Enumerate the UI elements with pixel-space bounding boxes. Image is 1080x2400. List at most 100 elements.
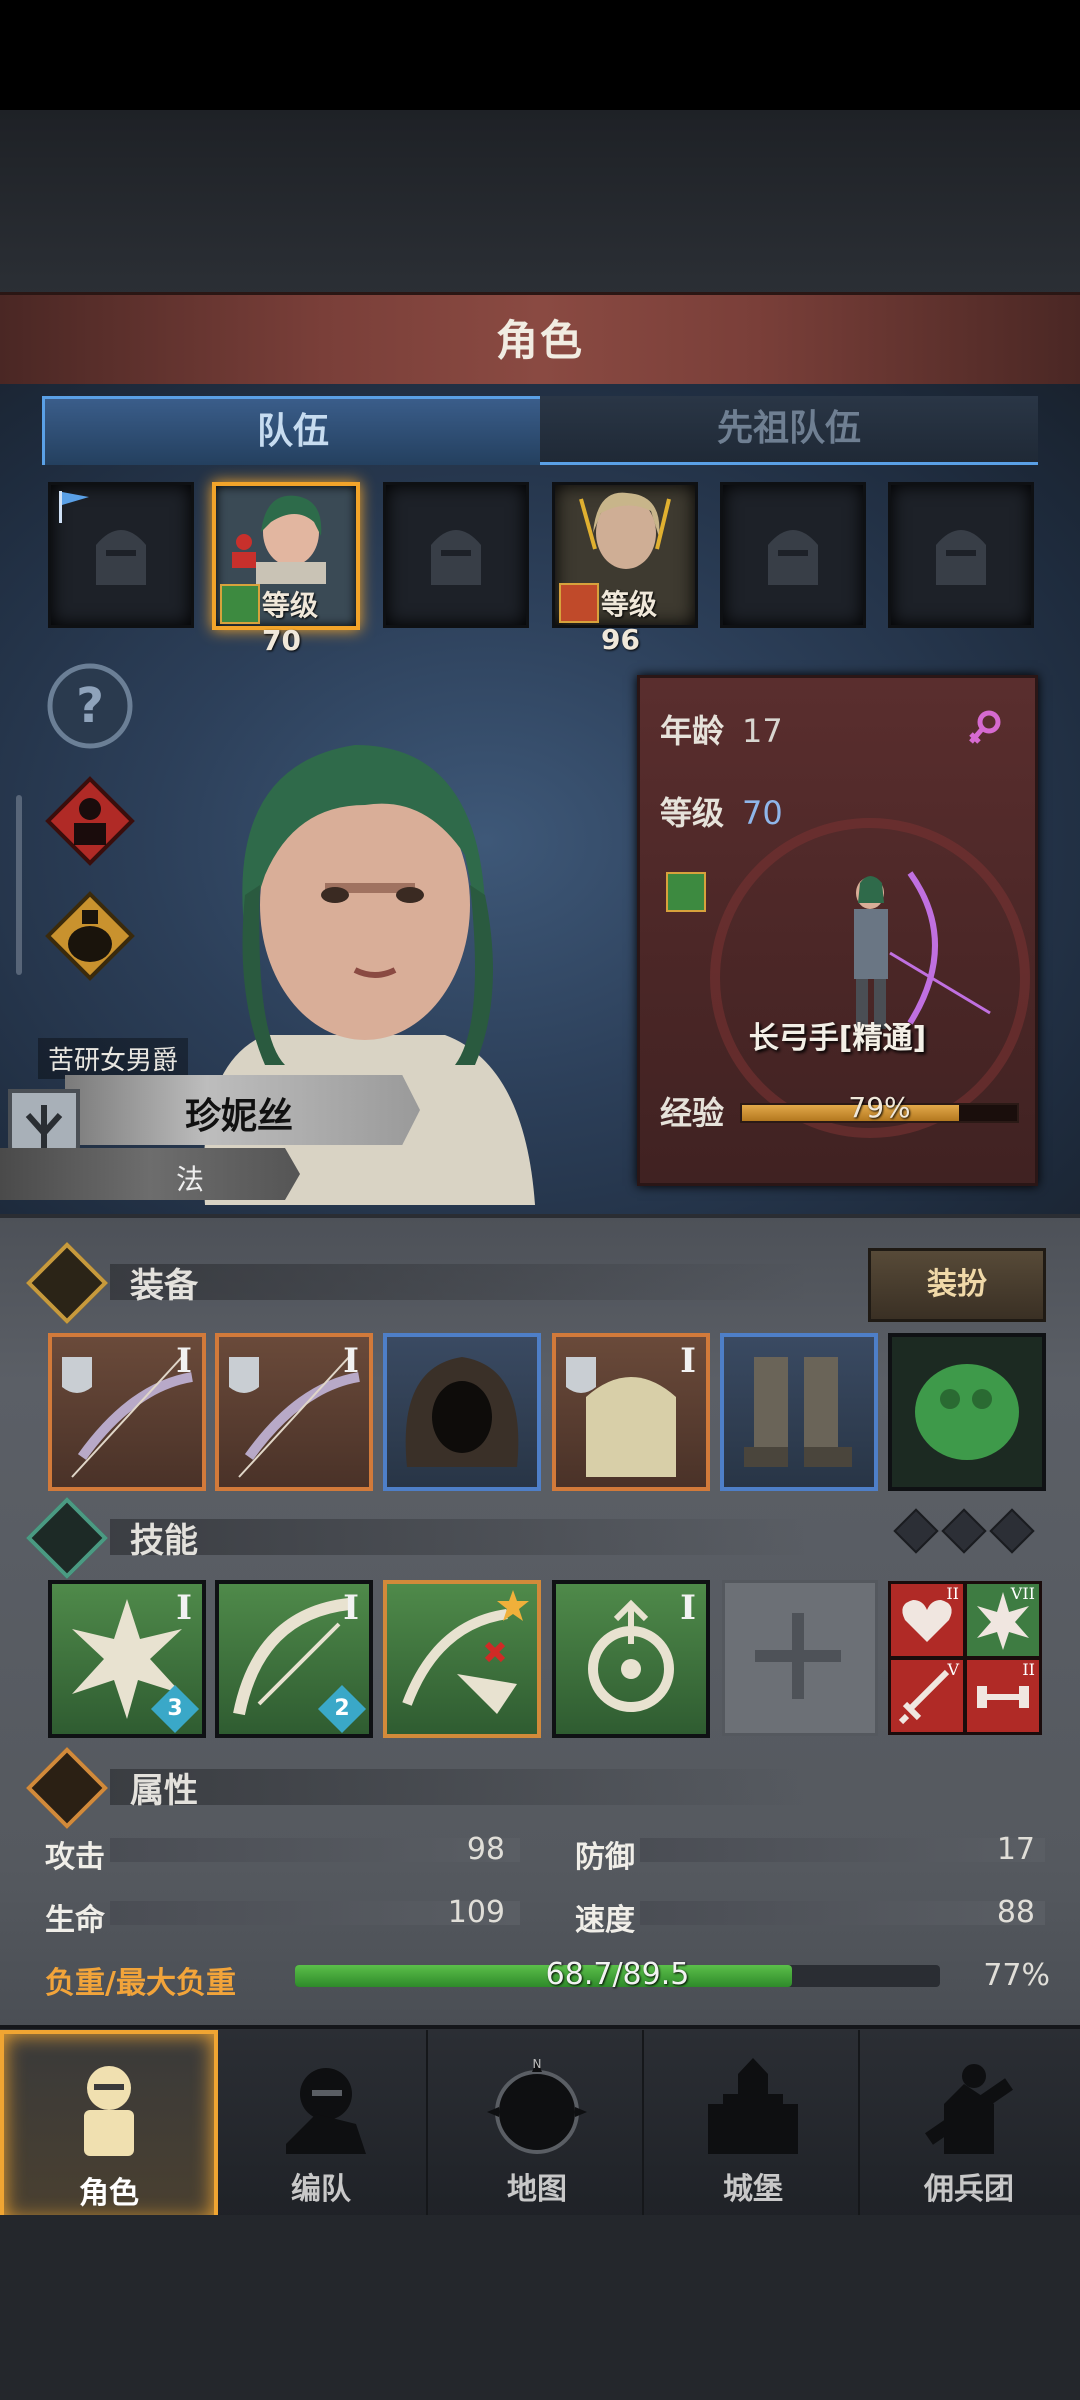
portrait-warrior-icon bbox=[579, 492, 671, 569]
system-bar bbox=[0, 2215, 1080, 2400]
help-icon: ? bbox=[47, 663, 133, 749]
equipment-slot-trinket[interactable] bbox=[888, 1333, 1046, 1491]
charge-badge: 2 bbox=[317, 1684, 367, 1734]
mercenary-icon bbox=[925, 2064, 1013, 2154]
helmet-placeholder-icon bbox=[768, 530, 818, 585]
equipment-slot-head[interactable] bbox=[383, 1333, 541, 1491]
party-slot-4[interactable]: 等级96 bbox=[552, 482, 698, 656]
load-label: 负重/最大负重 bbox=[45, 1966, 236, 2001]
dress-up-button[interactable]: 装扮 bbox=[868, 1248, 1046, 1322]
passive-strength[interactable]: II bbox=[964, 1657, 1042, 1735]
party-slot-6[interactable] bbox=[888, 482, 1034, 628]
hp-label: 生命 bbox=[45, 1903, 105, 1938]
potion-button[interactable] bbox=[44, 890, 136, 982]
class-plate: 法 bbox=[0, 1148, 300, 1200]
help-button[interactable]: ? bbox=[44, 660, 136, 752]
equipment-slot-weapon-1[interactable]: I bbox=[48, 1333, 206, 1491]
boots-icon bbox=[744, 1357, 852, 1467]
tier-label: I bbox=[680, 1341, 696, 1381]
tier-label: II bbox=[946, 1584, 959, 1603]
equipment-label: 装备 bbox=[130, 1266, 198, 1306]
skill-slot-5[interactable] bbox=[722, 1580, 878, 1736]
passive-burst[interactable]: VII bbox=[964, 1581, 1042, 1659]
class-bow-icon bbox=[666, 872, 706, 912]
nav-label: 佣兵团 bbox=[924, 2172, 1014, 2207]
charge-count: 3 bbox=[167, 1696, 183, 1721]
age-value: 17 bbox=[742, 712, 783, 750]
page-title: 角色 bbox=[495, 316, 584, 365]
nav-mercenaries[interactable]: 佣兵团 bbox=[864, 2030, 1074, 2216]
class-warrior-icon bbox=[559, 583, 599, 623]
skill-slot-1[interactable]: I 3 bbox=[48, 1580, 206, 1738]
party-slot-3[interactable] bbox=[383, 482, 529, 628]
top-background bbox=[0, 110, 1080, 295]
svg-text:?: ? bbox=[76, 678, 104, 734]
nav-label: 编队 bbox=[291, 2172, 351, 2207]
helmet-placeholder-icon bbox=[431, 530, 481, 585]
castle-icon bbox=[708, 2058, 798, 2154]
nav-castle[interactable]: 城堡 bbox=[648, 2030, 860, 2216]
tier-label: V bbox=[947, 1660, 959, 1679]
level-tag: 等级96 bbox=[559, 581, 691, 656]
skill-slot-4[interactable]: I bbox=[552, 1580, 710, 1738]
helmet-placeholder-icon bbox=[936, 530, 986, 585]
skills-label: 技能 bbox=[130, 1521, 198, 1561]
level-label: 等级 bbox=[660, 794, 725, 832]
tier-label: II bbox=[1022, 1660, 1035, 1679]
exp-percent: 79% bbox=[848, 1091, 911, 1124]
nav-map[interactable]: N 地图 bbox=[432, 2030, 644, 2216]
class-name: 长弓手[精通] bbox=[748, 1021, 927, 1056]
helmet-placeholder-icon bbox=[96, 530, 146, 585]
title-bar: 角色 bbox=[0, 292, 1080, 391]
level-tag: 等级70 bbox=[220, 582, 352, 657]
nav-label: 城堡 bbox=[723, 2172, 783, 2207]
attributes-header: 属性 bbox=[25, 1746, 1050, 1830]
passive-sword[interactable]: V bbox=[888, 1657, 966, 1735]
hp-value: 109 bbox=[447, 1895, 505, 1930]
tab-party[interactable]: 队伍 bbox=[42, 396, 544, 465]
equipment-slot-body[interactable]: I bbox=[552, 1333, 710, 1491]
nav-formation[interactable]: 编队 bbox=[216, 2030, 428, 2216]
character-title: 苦研女男爵 bbox=[38, 1038, 189, 1079]
exp-label: 经验 bbox=[660, 1094, 725, 1132]
skill-slot-3[interactable] bbox=[383, 1580, 541, 1738]
passive-heart[interactable]: II bbox=[888, 1581, 966, 1659]
skill-slot-2[interactable]: I 2 bbox=[215, 1580, 373, 1738]
character-name: 珍妮丝 bbox=[185, 1096, 294, 1137]
equipment-slot-feet[interactable] bbox=[720, 1333, 878, 1491]
hood-icon bbox=[405, 1357, 519, 1467]
tab-ancestor-party[interactable]: 先祖队伍 bbox=[540, 396, 1038, 465]
equipment-slot-weapon-2[interactable]: I bbox=[215, 1333, 373, 1491]
defense-label: 防御 bbox=[575, 1840, 635, 1875]
tier-label: I bbox=[176, 1588, 192, 1628]
potion-icon bbox=[45, 891, 135, 981]
level-label: 等级96 bbox=[601, 588, 658, 656]
party-slot-1[interactable] bbox=[48, 482, 194, 628]
tier-label: I bbox=[176, 1341, 192, 1381]
female-icon bbox=[969, 710, 1001, 744]
class-bow-icon bbox=[220, 584, 260, 624]
party-slot-2[interactable]: 等级70 bbox=[212, 482, 360, 657]
map-compass-icon: N bbox=[487, 2057, 587, 2154]
load-value: 68.7/89.5 bbox=[545, 1957, 690, 1992]
flag-icon bbox=[59, 491, 89, 523]
trinket-icon bbox=[915, 1364, 1019, 1460]
member-button[interactable] bbox=[44, 775, 136, 867]
attributes-label: 属性 bbox=[130, 1771, 198, 1811]
charge-badge: 3 bbox=[150, 1684, 200, 1734]
section-band bbox=[110, 1519, 810, 1555]
level-value: 70 bbox=[742, 794, 783, 832]
member-icon bbox=[45, 776, 135, 866]
level-label: 等级70 bbox=[262, 589, 319, 657]
tier-label: I bbox=[343, 1588, 359, 1628]
svg-text:N: N bbox=[533, 2057, 542, 2071]
empty-skill-slot-icon bbox=[755, 1613, 841, 1699]
speed-value: 88 bbox=[996, 1895, 1035, 1930]
party-slot-5[interactable] bbox=[720, 482, 866, 628]
section-band bbox=[110, 1769, 810, 1805]
nav-character[interactable]: 角色 bbox=[0, 2030, 218, 2224]
scroll-indicator[interactable] bbox=[16, 795, 22, 975]
age-label: 年龄 bbox=[660, 712, 725, 750]
formation-icon bbox=[286, 2068, 366, 2154]
info-card: 年龄 17 等级 70 长弓手[精通] 经验 79% bbox=[637, 675, 1038, 1186]
